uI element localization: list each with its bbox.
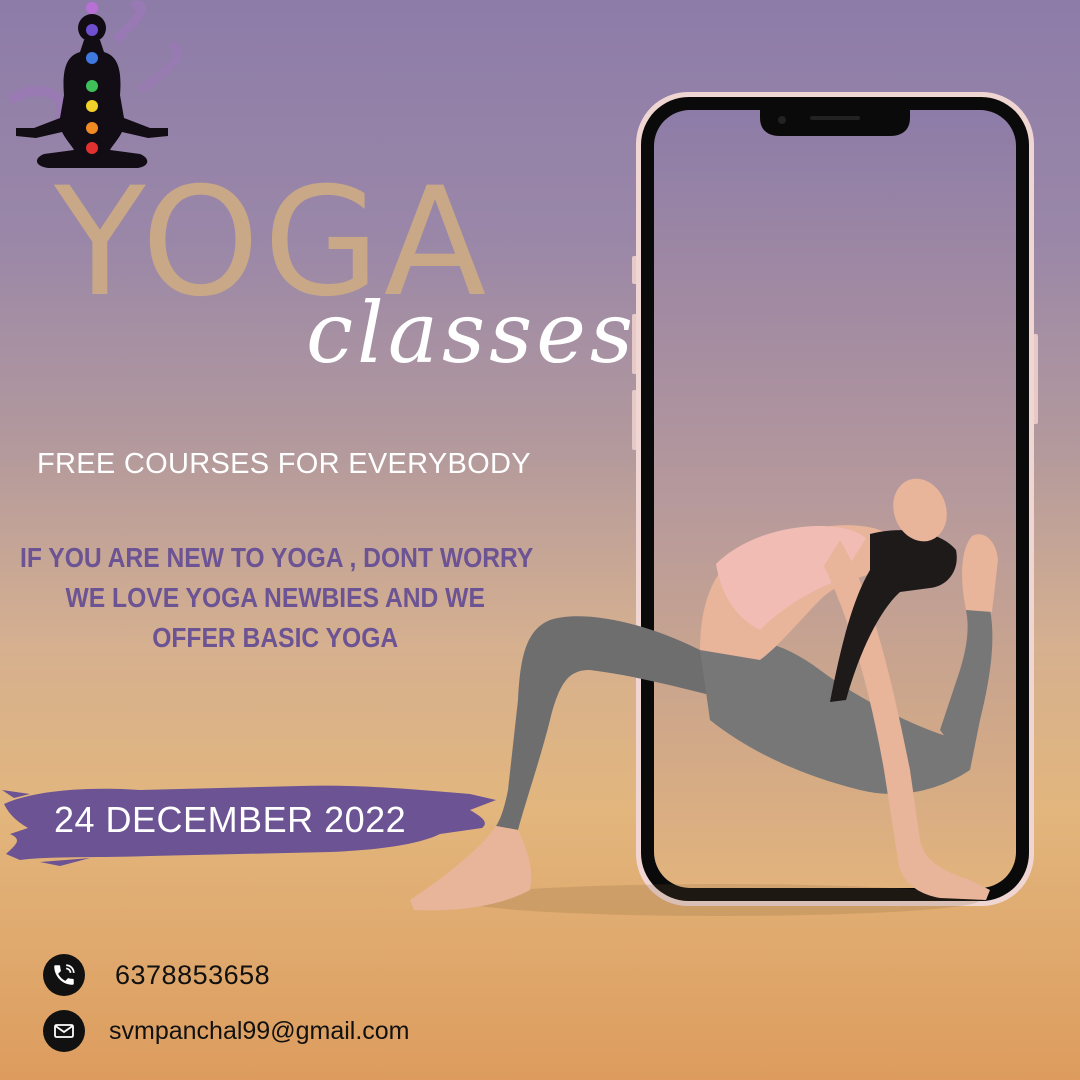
yoga-poster: YOGA classes FREE COURSES FOR EVERYBODY …: [0, 0, 1080, 1080]
event-date: 24 DECEMBER 2022: [54, 799, 407, 840]
phone-number[interactable]: 6378853658: [115, 960, 270, 991]
email-contact: svmpanchal99@gmail.com: [43, 1010, 410, 1052]
meditation-logo-icon: [0, 0, 190, 180]
envelope-icon: [43, 1010, 85, 1052]
email-address[interactable]: svmpanchal99@gmail.com: [109, 1017, 410, 1046]
phone-contact: 6378853658: [43, 954, 270, 996]
phone-icon: [43, 954, 85, 996]
poster-subtitle: classes: [306, 284, 638, 382]
yoga-woman-illustration: [400, 470, 1000, 920]
